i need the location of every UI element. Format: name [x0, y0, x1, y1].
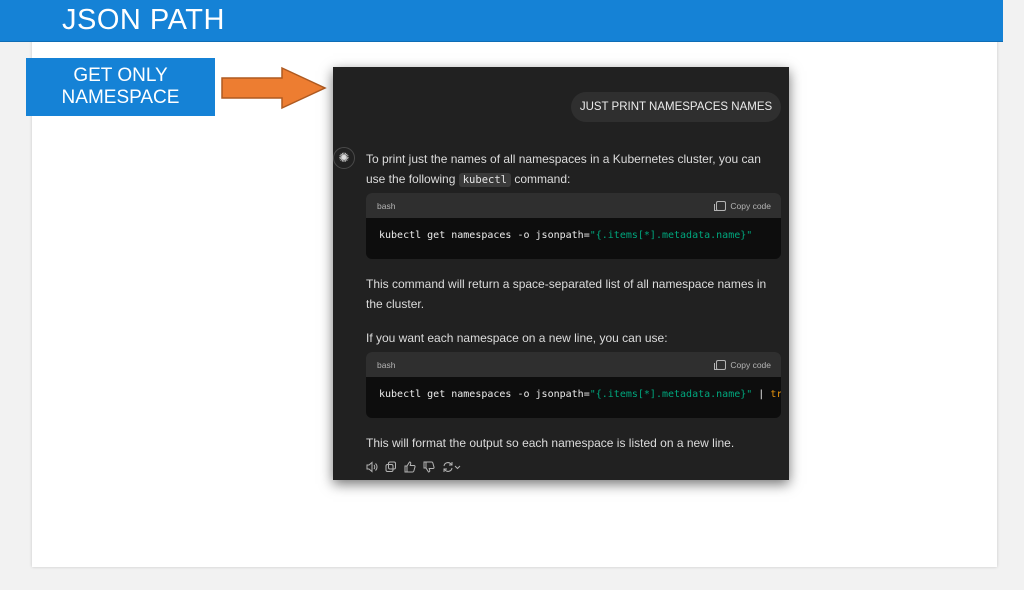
copy-code-label: Copy code	[730, 359, 771, 370]
thumbs-down-icon[interactable]	[423, 461, 435, 476]
page-title: JSON PATH	[62, 4, 225, 36]
message-actions	[366, 461, 462, 476]
code-pipe: |	[752, 389, 771, 400]
code-header: bash Copy code	[366, 352, 781, 377]
code-block-2: bash Copy code kubectl get namespaces -o…	[366, 352, 781, 418]
regenerate-icon[interactable]	[442, 461, 462, 476]
assistant-paragraph-3: If you want each namespace on a new line…	[366, 331, 668, 345]
code-command: kubectl get namespaces -o jsonpath=	[379, 230, 590, 241]
copy-icon	[714, 359, 727, 370]
assistant-paragraph-4: This will format the output so each name…	[366, 436, 735, 450]
label-line-2: NAMESPACE	[61, 87, 180, 108]
code-language: bash	[377, 359, 396, 370]
right-arrow-icon	[221, 66, 327, 110]
header-bar: JSON PATH	[0, 0, 1003, 42]
chat-screenshot: JUST PRINT NAMESPACES NAMES ✺ To print j…	[333, 67, 789, 480]
get-only-namespace-label: GET ONLY NAMESPACE	[26, 58, 215, 116]
thumbs-up-icon[interactable]	[404, 461, 416, 476]
assistant-intro: To print just the names of all namespace…	[366, 149, 781, 190]
code-content: kubectl get namespaces -o jsonpath="{.it…	[366, 218, 781, 241]
user-message: JUST PRINT NAMESPACES NAMES	[571, 92, 781, 122]
code-header: bash Copy code	[366, 193, 781, 218]
label-line-1: GET ONLY	[73, 65, 168, 86]
code-tr-keyword: tr	[770, 389, 781, 400]
copy-icon[interactable]	[385, 461, 397, 476]
code-string: "{.items[*].metadata.name}"	[589, 230, 753, 241]
assistant-logo-icon: ✺	[333, 147, 355, 169]
copy-code-button[interactable]: Copy code	[714, 359, 771, 370]
code-command: kubectl get namespaces -o jsonpath=	[379, 389, 590, 400]
code-content: kubectl get namespaces -o jsonpath="{.it…	[366, 377, 781, 400]
copy-code-label: Copy code	[730, 200, 771, 211]
copy-icon	[714, 200, 727, 211]
intro-text-end: command:	[511, 172, 571, 186]
assistant-paragraph-2: This command will return a space-separat…	[366, 277, 767, 311]
code-language: bash	[377, 200, 396, 211]
code-string: "{.items[*].metadata.name}"	[589, 389, 753, 400]
read-aloud-icon[interactable]	[366, 461, 378, 476]
copy-code-button[interactable]: Copy code	[714, 200, 771, 211]
code-block-1: bash Copy code kubectl get namespaces -o…	[366, 193, 781, 259]
inline-code: kubectl	[458, 173, 511, 187]
